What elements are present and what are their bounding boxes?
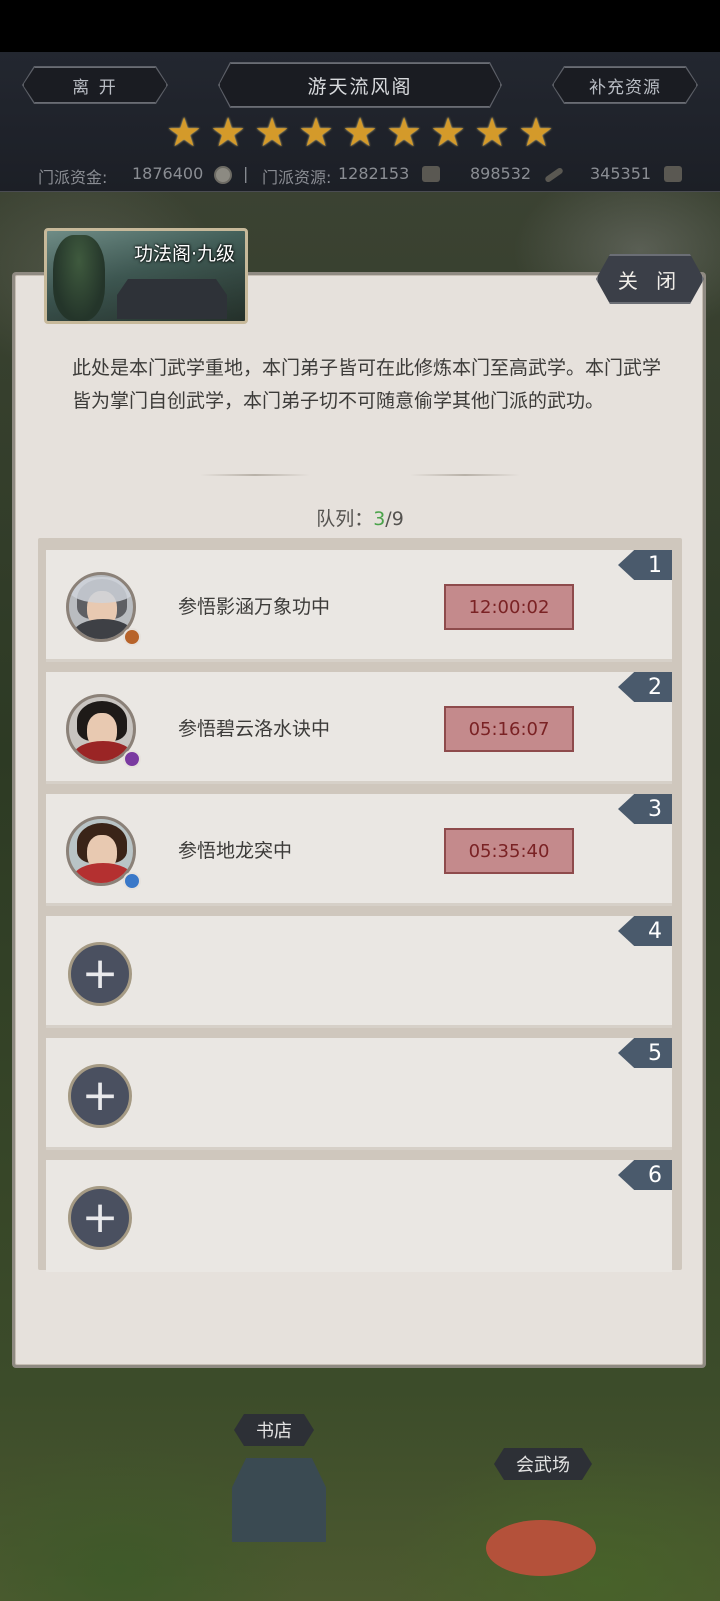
training-slot-list: 1 参悟影涵万象功中 12:00:02 2 参悟碧云洛水诀中 05:16:07 … (38, 538, 682, 1272)
resource-1-value: 1282153 (338, 164, 410, 183)
add-disciple-button[interactable]: + (68, 1186, 132, 1250)
resource-2-value: 898532 (470, 164, 532, 183)
queue-label: 队列： (316, 508, 374, 530)
empty-slot[interactable]: 6 + (46, 1160, 672, 1272)
hat-shape (69, 577, 133, 603)
coin-icon (214, 166, 232, 184)
map-building-bookstore[interactable] (232, 1458, 326, 1542)
leave-label: 离 开 (72, 77, 118, 98)
divider-left (200, 474, 310, 476)
countdown-timer: 05:16:07 (444, 706, 574, 752)
supplement-resources-button[interactable]: 补充资源 (553, 67, 697, 103)
slot-number: 4 (618, 916, 672, 946)
separator: | (243, 164, 249, 183)
supplement-button-frame[interactable]: 补充资源 (552, 66, 698, 104)
building-description: 此处是本门武学重地，本门弟子皆可在此修炼本门至高武学。本门武学皆为掌门自创武学，… (72, 357, 662, 412)
map-label-arena[interactable]: 会武场 (494, 1448, 592, 1480)
slot-number: 6 (618, 1160, 672, 1190)
star-icon: ★ (166, 110, 202, 156)
countdown-timer: 12:00:02 (444, 584, 574, 630)
plus-icon: + (81, 948, 119, 999)
chest-icon (664, 166, 682, 182)
queue-counter: 队列：3/9 (0, 504, 720, 531)
supplement-label: 补充资源 (589, 77, 661, 98)
sword-icon (544, 166, 564, 184)
slot-number: 2 (618, 672, 672, 702)
bookstore-label: 书店 (256, 1421, 292, 1442)
training-slot[interactable]: 3 参悟地龙突中 05:35:40 (46, 794, 672, 906)
star-icon: ★ (254, 110, 290, 156)
slot-number: 5 (618, 1038, 672, 1068)
map-arena[interactable] (486, 1520, 596, 1576)
star-icon: ★ (298, 110, 334, 156)
funds-label: 门派资金: (38, 168, 108, 187)
empty-slot[interactable]: 4 + (46, 916, 672, 1028)
training-status: 参悟影涵万象功中 (178, 596, 331, 618)
add-disciple-button[interactable]: + (68, 942, 132, 1006)
tree-image (53, 235, 105, 321)
star-icon: ★ (386, 110, 422, 156)
status-bar (0, 0, 720, 52)
title-plate: 游天流风阁 (219, 63, 501, 107)
add-disciple-button[interactable]: + (68, 1064, 132, 1128)
plus-icon: + (81, 1192, 119, 1243)
map-label-bookstore[interactable]: 书店 (234, 1414, 314, 1446)
star-icon: ★ (210, 110, 246, 156)
pavilion-image (117, 279, 227, 319)
training-status: 参悟碧云洛水诀中 (178, 718, 331, 740)
queue-total: /9 (385, 508, 404, 530)
plus-icon: + (81, 1070, 119, 1121)
training-slot[interactable]: 1 参悟影涵万象功中 12:00:02 (46, 550, 672, 662)
slot-number: 1 (618, 550, 672, 580)
star-icon: ★ (518, 110, 554, 156)
slot-number: 3 (618, 794, 672, 824)
element-badge-icon (123, 750, 141, 768)
divider-right (410, 474, 520, 476)
element-badge-icon (123, 628, 141, 646)
element-badge-icon (123, 872, 141, 890)
star-icon: ★ (342, 110, 378, 156)
title-plate-frame: 游天流风阁 (218, 62, 502, 108)
queue-current: 3 (373, 508, 386, 530)
sect-rating-stars: ★ ★ ★ ★ ★ ★ ★ ★ ★ (165, 110, 555, 156)
leave-button[interactable]: 离 开 (23, 67, 167, 103)
training-status: 参悟地龙突中 (178, 840, 293, 862)
arena-label: 会武场 (516, 1455, 570, 1476)
training-slot[interactable]: 2 参悟碧云洛水诀中 05:16:07 (46, 672, 672, 784)
building-title: 功法阁·九级 (133, 243, 235, 265)
resources-label: 门派资源: (262, 168, 332, 187)
close-label: 关 闭 (617, 268, 683, 293)
resource-row: 门派资金: 1876400 | 门派资源: 1282153 898532 345… (0, 160, 720, 190)
ore-icon (422, 166, 440, 182)
empty-slot[interactable]: 5 + (46, 1038, 672, 1150)
sect-title: 游天流风阁 (307, 75, 413, 98)
leave-button-frame[interactable]: 离 开 (22, 66, 168, 104)
resource-3-value: 345351 (590, 164, 652, 183)
funds-value: 1876400 (132, 164, 204, 183)
star-icon: ★ (430, 110, 466, 156)
countdown-timer: 05:35:40 (444, 828, 574, 874)
close-button[interactable]: 关 闭 (596, 254, 704, 304)
star-icon: ★ (474, 110, 510, 156)
building-thumbnail: 功法阁·九级 (44, 228, 248, 324)
